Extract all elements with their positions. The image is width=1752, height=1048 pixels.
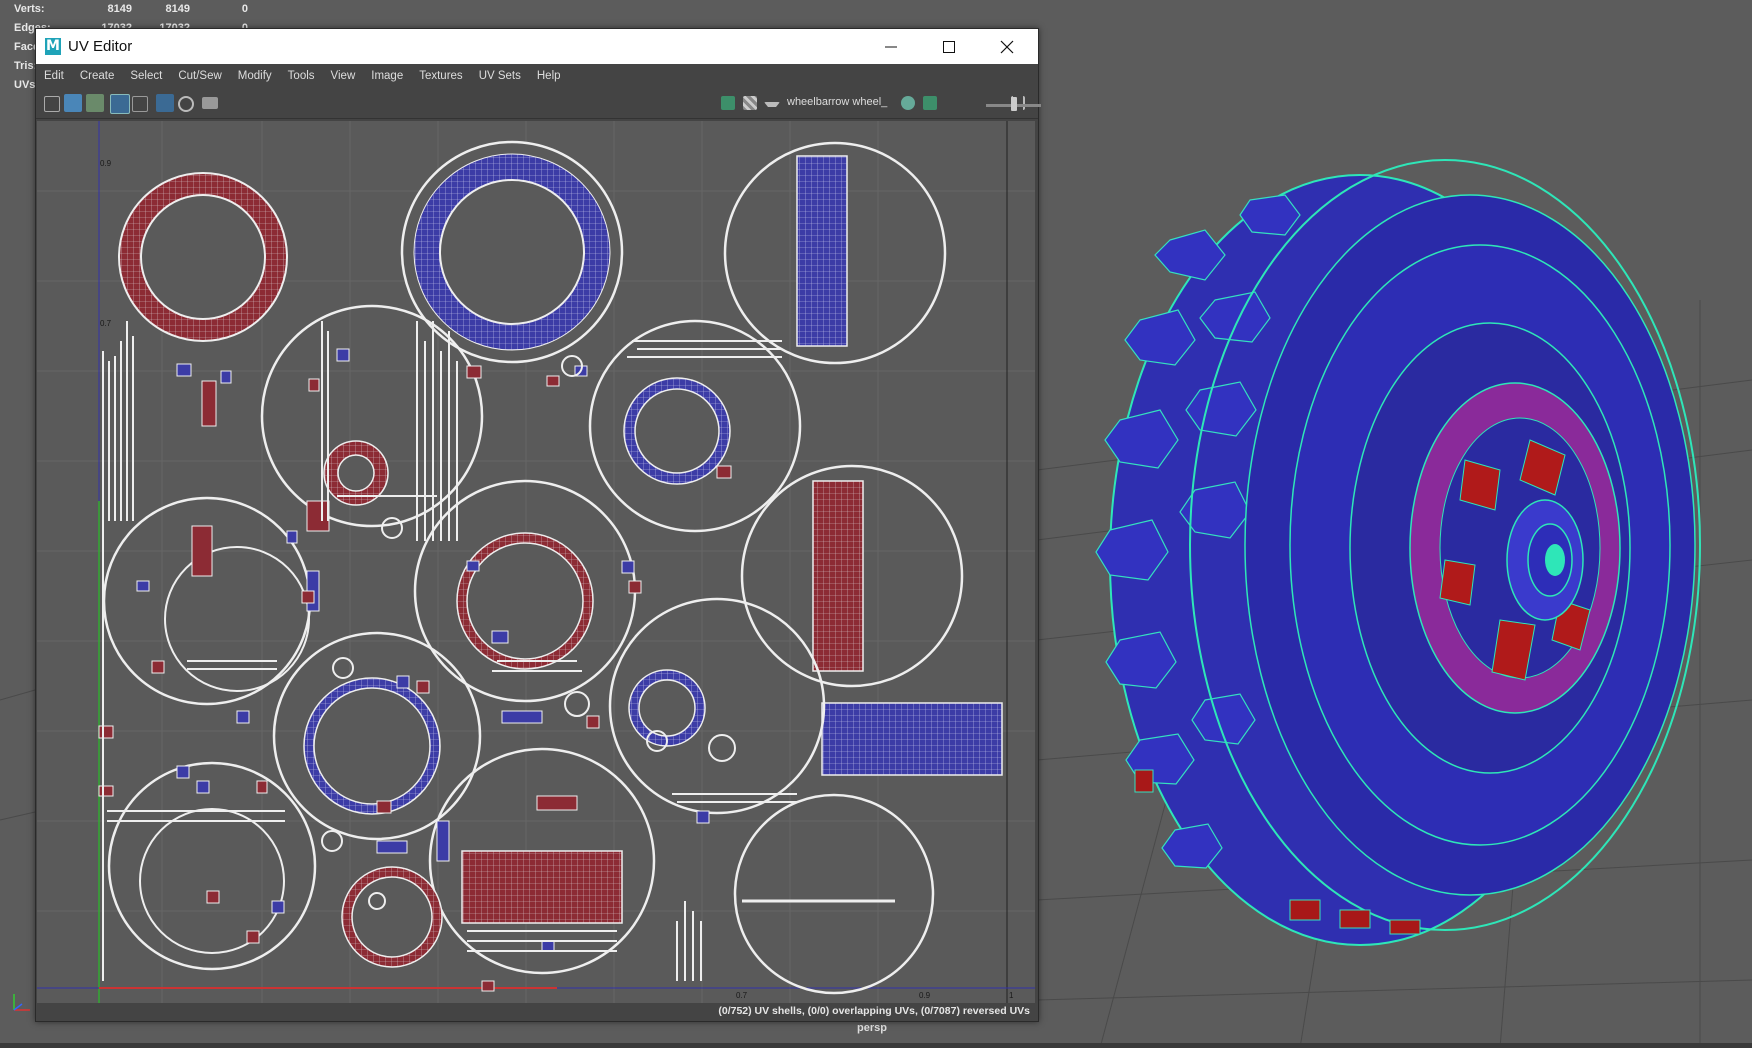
uv-canvas[interactable]: 0.9 0.7 0.7 0.9 1	[37, 121, 1035, 1003]
window-title: UV Editor	[68, 38, 133, 55]
grid-small-icon[interactable]	[132, 96, 148, 112]
minimize-icon	[885, 46, 897, 47]
slider-handle[interactable]	[1011, 97, 1017, 111]
uv-shell-icon[interactable]	[64, 94, 82, 112]
menu-uv-sets[interactable]: UV Sets	[471, 64, 529, 88]
axis-gizmo-icon	[13, 994, 30, 1011]
hud-label: Verts:	[14, 3, 45, 15]
camera-icon[interactable]	[202, 97, 218, 109]
tick-u07: 0.7	[736, 991, 748, 1000]
dot-icon[interactable]	[178, 96, 194, 112]
texture-icon[interactable]	[721, 96, 735, 110]
uv-editor-window[interactable]: M UV Editor Edit Create Select Cut/Sew M…	[35, 28, 1041, 1022]
grid-toggle-icon[interactable]	[156, 94, 174, 112]
maya-icon: M	[45, 38, 61, 55]
tick-v09: 0.9	[100, 159, 112, 168]
menu-select[interactable]: Select	[122, 64, 170, 88]
uv-status-text: (0/752) UV shells, (0/0) overlapping UVs…	[718, 1005, 1030, 1017]
hud-verts-row: Verts: 8149 8149 0	[14, 0, 248, 19]
maximize-icon	[943, 40, 955, 53]
close-button[interactable]	[978, 29, 1036, 64]
hud-value: 8149	[165, 3, 190, 15]
hud-value: 8149	[107, 3, 132, 15]
menu-modify[interactable]: Modify	[230, 64, 280, 88]
menu-view[interactable]: View	[323, 64, 364, 88]
texture-tile-icon[interactable]	[86, 94, 104, 112]
frame-icon[interactable]	[110, 94, 130, 114]
texture-name[interactable]: wheelbarrow wheel_	[787, 96, 887, 108]
exposure-icon[interactable]	[901, 96, 915, 110]
menu-tools[interactable]: Tools	[280, 64, 323, 88]
hud-value: 0	[241, 3, 248, 15]
uv-layout-svg	[37, 121, 1035, 1003]
maximize-button[interactable]	[920, 29, 978, 64]
menu-create[interactable]: Create	[72, 64, 123, 88]
camera-label: persp	[857, 1022, 887, 1034]
menu-bar: Edit Create Select Cut/Sew Modify Tools …	[36, 64, 1038, 88]
checker-icon[interactable]	[743, 96, 757, 110]
menu-help[interactable]: Help	[529, 64, 569, 88]
tick-v07: 0.7	[100, 319, 112, 328]
uv-status-bar: (0/752) UV shells, (0/0) overlapping UVs…	[36, 1003, 1038, 1021]
dropdown-icon[interactable]	[764, 102, 780, 113]
window-titlebar[interactable]: M UV Editor	[36, 29, 1038, 64]
tick-u09: 0.9	[919, 991, 931, 1000]
grid-layout-icon[interactable]	[44, 96, 60, 112]
tick-u1: 1	[1009, 991, 1014, 1000]
menu-cut-sew[interactable]: Cut/Sew	[170, 64, 229, 88]
viewport-bottom-bar	[0, 1043, 1752, 1048]
uv-toolbar	[36, 88, 1038, 119]
close-icon	[1000, 40, 1014, 53]
texture-display-icon[interactable]	[923, 96, 937, 110]
menu-edit[interactable]: Edit	[36, 64, 72, 88]
menu-image[interactable]: Image	[363, 64, 411, 88]
menu-textures[interactable]: Textures	[411, 64, 470, 88]
minimize-button[interactable]	[862, 29, 920, 64]
